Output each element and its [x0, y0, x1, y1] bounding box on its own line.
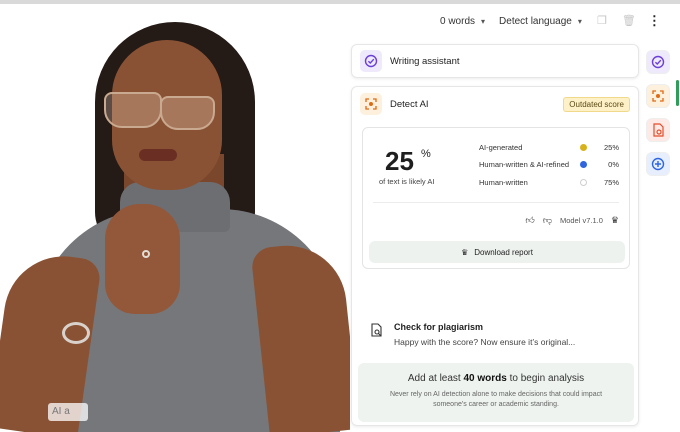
- writing-assistant-title: Writing assistant: [390, 55, 460, 67]
- editor-toolbar: 0 words ▾ Detect language ▾ ❐ 🗑 ⋮: [440, 12, 661, 30]
- editor-image: AI a: [0, 4, 350, 432]
- trash-icon[interactable]: 🗑: [622, 15, 636, 27]
- chevron-down-icon: ▾: [577, 16, 582, 26]
- analysis-hint: Add at least 40 words to begin analysis …: [358, 363, 634, 422]
- breakdown-row: Human-written & AI-refined 0%: [479, 158, 619, 170]
- hint-prefix: Add at least: [407, 373, 464, 384]
- ring-shape: [142, 250, 150, 258]
- hint-main: Add at least 40 words to begin analysis: [358, 373, 634, 384]
- language-label: Detect language: [499, 15, 572, 27]
- download-report-button[interactable]: ♛ Download report: [369, 241, 625, 263]
- right-rail: [646, 50, 672, 186]
- chevron-down-icon: ▾: [481, 16, 486, 26]
- detect-ai-card: Detect AI Outdated score 25 % of text is…: [351, 86, 639, 426]
- hint-suffix: to begin analysis: [506, 373, 585, 384]
- breakdown-value: 25%: [603, 142, 619, 152]
- ai-score-caption: of text is likely AI: [379, 177, 435, 186]
- lips-shape: [139, 149, 177, 161]
- check-circle-icon: [360, 50, 382, 72]
- ai-score-unit: %: [421, 148, 431, 160]
- rail-detect-ai-button[interactable]: [646, 84, 670, 108]
- more-vertical-icon[interactable]: ⋮: [648, 14, 661, 27]
- word-count-dropdown[interactable]: 0 words ▾: [440, 16, 485, 27]
- detect-ai-header: Detect AI Outdated score: [360, 93, 630, 115]
- thumbs-down-icon[interactable]: 👎︎: [543, 215, 552, 226]
- score-card: 25 % of text is likely AI AI-generated 2…: [362, 127, 630, 269]
- feedback-bar: 👍︎ 👎︎ Model v7.1.0 ♛: [525, 215, 619, 226]
- plagiarism-title: Check for plagiarism: [394, 322, 484, 332]
- breakdown-label: AI-generated: [479, 142, 523, 152]
- hint-bold: 40 words: [463, 373, 507, 384]
- rail-plagiarism-button[interactable]: [646, 118, 670, 142]
- model-version: Model v7.1.0: [559, 216, 603, 225]
- writing-assistant-card[interactable]: Writing assistant: [351, 44, 639, 78]
- crown-icon: ♛: [610, 215, 619, 225]
- ai-generated-dot: [580, 143, 587, 151]
- glasses-left-shape: [104, 92, 162, 128]
- plagiarism-subtitle: Happy with the score? Now ensure it’s or…: [394, 337, 576, 347]
- ai-refined-dot: [580, 160, 587, 168]
- breakdown-label: Human-written: [479, 177, 528, 187]
- detect-ai-title: Detect AI: [390, 98, 429, 110]
- app-root: AI a 0 words ▾ Detect language ▾ ❐ 🗑 ⋮ W…: [0, 0, 680, 432]
- hands-shape: [105, 204, 180, 314]
- language-dropdown[interactable]: Detect language ▾: [499, 16, 582, 27]
- thumbs-up-icon[interactable]: 👍︎: [525, 215, 534, 226]
- hint-note: Never rely on AI detection alone to make…: [389, 391, 603, 408]
- rail-writing-assistant-button[interactable]: [646, 50, 670, 74]
- rail-add-button[interactable]: [646, 152, 670, 176]
- human-written-dot: [580, 178, 587, 186]
- breakdown-label: Human-written & AI-refined: [479, 159, 570, 169]
- rail-active-indicator: [676, 80, 679, 106]
- plagiarism-section[interactable]: Check for plagiarism Happy with the scor…: [370, 319, 630, 355]
- check-circle-icon: [651, 55, 665, 69]
- outdated-score-badge: Outdated score: [563, 97, 630, 112]
- breakdown-row: AI-generated 25%: [479, 141, 619, 153]
- breakdown-value: 75%: [603, 177, 619, 187]
- breakdown-row: Human-written 75%: [479, 176, 619, 188]
- plagiarism-icon: [370, 323, 383, 340]
- word-count-label: 0 words: [440, 15, 476, 27]
- detect-ai-icon: [652, 90, 664, 102]
- editor-input[interactable]: AI a: [48, 403, 88, 421]
- divider: [373, 202, 619, 203]
- breakdown-value: 0%: [608, 159, 619, 169]
- add-icon: [651, 157, 665, 171]
- detect-ai-icon: [360, 93, 382, 115]
- crown-icon: ♛: [461, 247, 469, 257]
- glasses-right-shape: [160, 96, 215, 130]
- copy-icon[interactable]: ❐: [596, 15, 608, 27]
- plagiarism-icon: [652, 123, 664, 137]
- download-report-label: Download report: [474, 247, 533, 257]
- ai-score-value: 25: [385, 146, 414, 176]
- bracelet-shape: [62, 322, 90, 344]
